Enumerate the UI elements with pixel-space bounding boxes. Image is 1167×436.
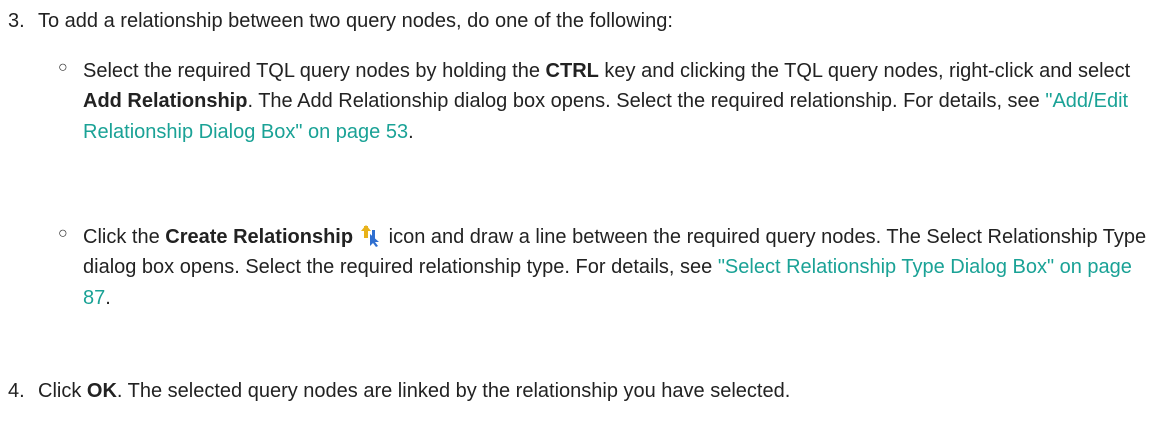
- keyword-create-relationship: Create Relationship: [165, 226, 354, 248]
- create-relationship-icon: [359, 225, 381, 247]
- keyword-ok: OK: [86, 380, 117, 402]
- step-number: 3.: [8, 10, 25, 32]
- option-1-text: Select the required TQL query nodes by h…: [83, 60, 1131, 143]
- keyword-ctrl: CTRL: [545, 60, 599, 82]
- option-2-text: Click the Create Relationship icon and d…: [83, 225, 1147, 309]
- step-text: Click OK. The selected query nodes are l…: [38, 380, 791, 402]
- document-page: 3. To add a relationship between two que…: [0, 0, 1167, 436]
- bullet-marker: ○: [58, 59, 68, 76]
- step-text: To add a relationship between two query …: [38, 10, 673, 32]
- step-number: 4.: [8, 380, 25, 402]
- bullet-marker: ○: [58, 225, 68, 242]
- keyword-add-relationship: Add Relationship: [83, 90, 248, 113]
